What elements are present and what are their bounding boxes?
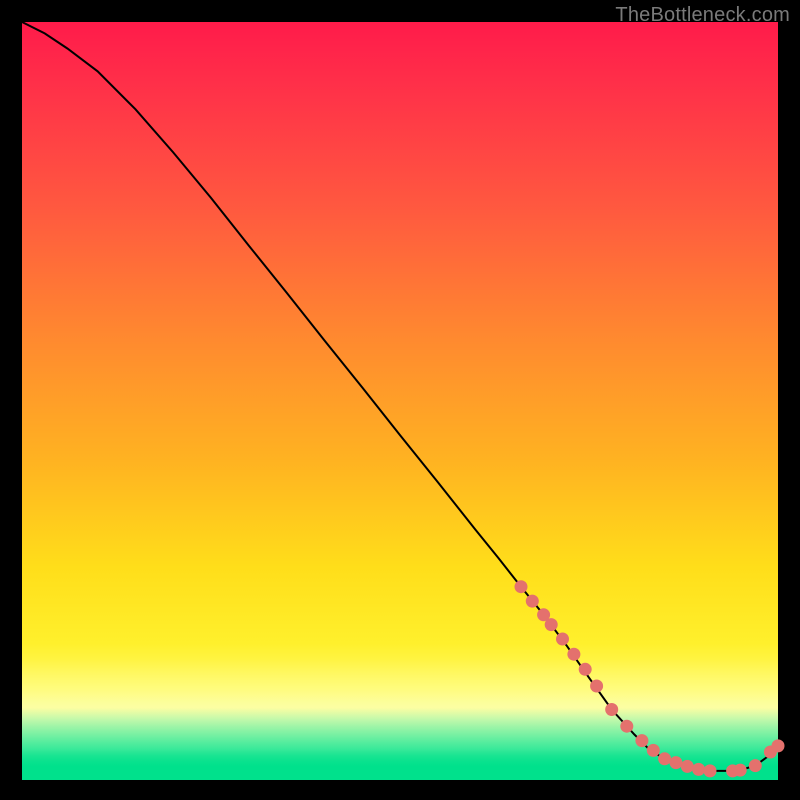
data-dot <box>556 633 569 646</box>
plot-area <box>22 22 778 780</box>
data-dot <box>692 763 705 776</box>
data-dot <box>681 760 694 773</box>
data-dot <box>647 744 660 757</box>
data-dot <box>545 618 558 631</box>
data-dot <box>567 648 580 661</box>
data-dot <box>579 663 592 676</box>
data-dot <box>526 595 539 608</box>
main-curve <box>22 22 778 771</box>
data-dot <box>515 580 528 593</box>
data-dot <box>734 764 747 777</box>
data-dot <box>658 752 671 765</box>
data-dot <box>704 764 717 777</box>
data-dot <box>635 734 648 747</box>
data-dot <box>590 680 603 693</box>
data-dot <box>669 756 682 769</box>
data-dot <box>749 759 762 772</box>
dot-group <box>515 580 785 777</box>
curve-layer <box>22 22 778 780</box>
data-dot <box>772 739 785 752</box>
data-dot <box>605 703 618 716</box>
chart-stage: TheBottleneck.com <box>0 0 800 800</box>
data-dot <box>620 720 633 733</box>
